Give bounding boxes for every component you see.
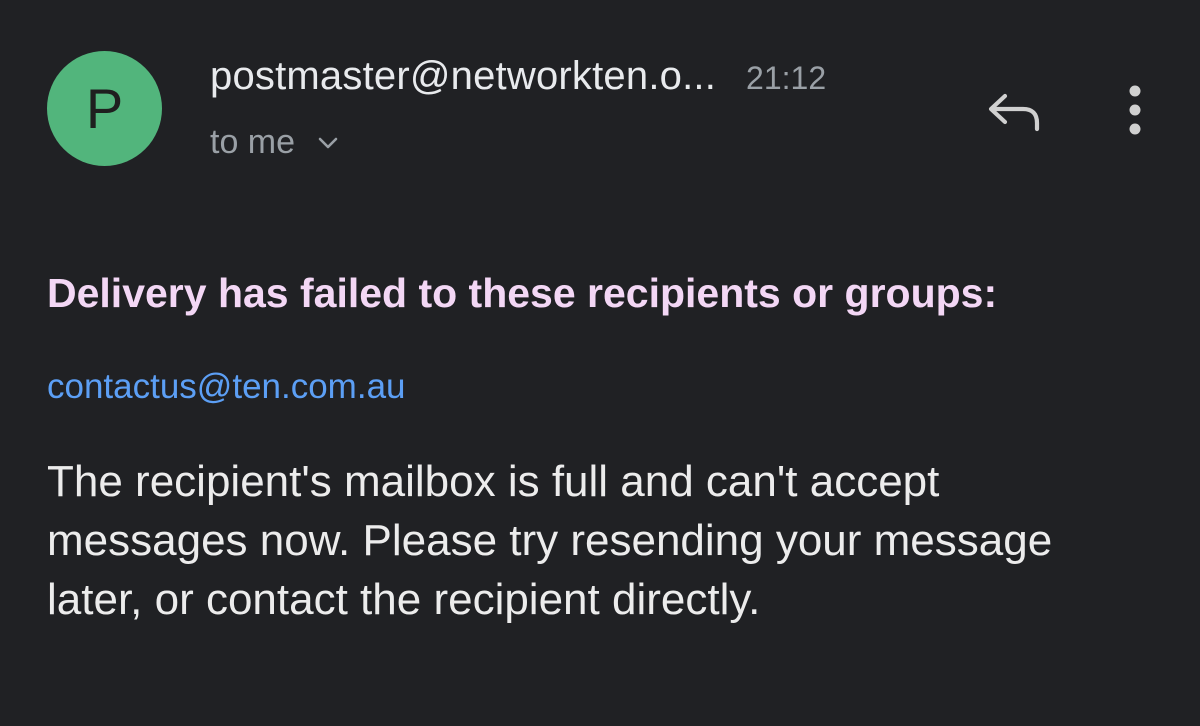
failure-heading: Delivery has failed to these recipients … [47,270,998,316]
reply-button[interactable] [985,82,1045,142]
failure-message: The recipient's mailbox is full and can'… [47,457,1053,624]
more-vert-icon [1112,85,1158,142]
chevron-down-icon[interactable] [315,130,341,156]
sender-row: postmaster@networkten.o... 21:12 [210,54,826,99]
more-options-button[interactable] [1112,82,1158,138]
reply-icon [985,93,1045,146]
avatar[interactable]: P [47,51,162,166]
timestamp: 21:12 [746,60,827,96]
sender-name[interactable]: postmaster@networkten.o... [210,54,716,99]
recipient-details-toggle[interactable]: to me [210,123,341,162]
recipient-label: to me [210,123,296,161]
recipient-email-link[interactable]: contactus@ten.com.au [47,367,406,407]
avatar-letter: P [85,76,124,140]
